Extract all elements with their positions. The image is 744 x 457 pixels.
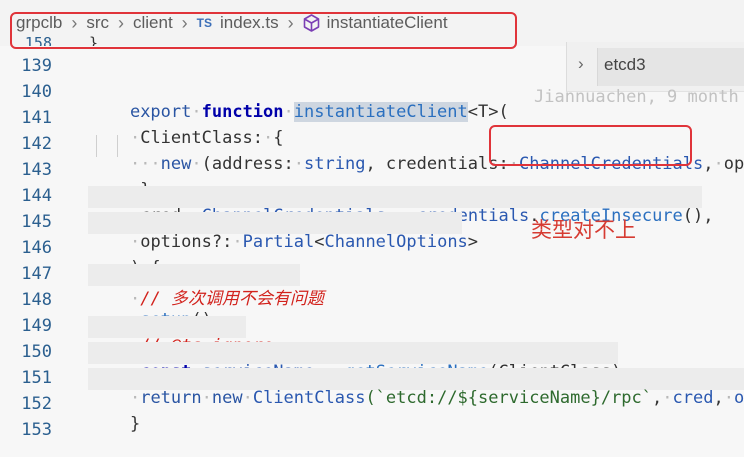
line-number: 140 [21, 82, 52, 102]
line-number: 151 [21, 368, 52, 388]
chevron-right-icon: › [181, 12, 188, 33]
code-line: 144 ·cred:·ChannelCredentials·=·credenti… [0, 184, 744, 226]
line-number: 142 [21, 134, 52, 154]
code-line: 151 ·return·new·ClientClass(`etcd://${se… [0, 366, 744, 408]
code-line: 146 ) { [0, 236, 744, 278]
breadcrumb: grpclb › src › client › TS index.ts › in… [0, 0, 744, 46]
code-line: 149 ·// @ts-ignore [0, 314, 744, 356]
code-line: 147 ·// 多次调用不会有问题 [0, 262, 744, 309]
line-number: 147 [21, 264, 52, 284]
chevron-right-icon: › [287, 12, 294, 33]
line-number: 145 [21, 212, 52, 232]
breadcrumb-folder-client[interactable]: client [133, 13, 173, 33]
code-line: 148 ·setup(); [0, 288, 744, 330]
line-number: 146 [21, 238, 52, 258]
line-number: 139 [21, 56, 52, 76]
breadcrumb-file-index-ts[interactable]: index.ts [220, 13, 279, 33]
code-partial: } [89, 34, 99, 46]
chevron-right-icon: › [117, 12, 124, 33]
code-line: 150 ·const·serviceName·=·getServiceName(… [0, 340, 744, 382]
breadcrumb-folder-src[interactable]: src [86, 13, 109, 33]
line-number: 153 [21, 420, 52, 440]
typescript-file-icon: TS [196, 16, 213, 30]
breadcrumb-symbol-instantiateClient[interactable]: instantiateClient [327, 13, 448, 33]
chevron-right-icon: › [71, 12, 78, 33]
line-number-partial: 158 [24, 34, 52, 46]
line-number: 150 [21, 342, 52, 362]
git-blame-annotation: Jiannuachen, 9 month [534, 87, 739, 107]
code-line: 139 [0, 54, 744, 80]
line-number: 143 [21, 160, 52, 180]
line-number: 148 [21, 290, 52, 310]
line-number: 144 [21, 186, 52, 206]
code-line: 152 } [0, 392, 744, 434]
breadcrumb-folder-grpclb[interactable]: grpclb [16, 13, 62, 33]
line-number: 149 [21, 316, 52, 336]
type-mismatch-highlight-box [489, 125, 692, 166]
code-line: 153 [0, 418, 744, 444]
method-cube-icon [303, 14, 319, 32]
line-number: 141 [21, 108, 52, 128]
line-number: 152 [21, 394, 52, 414]
